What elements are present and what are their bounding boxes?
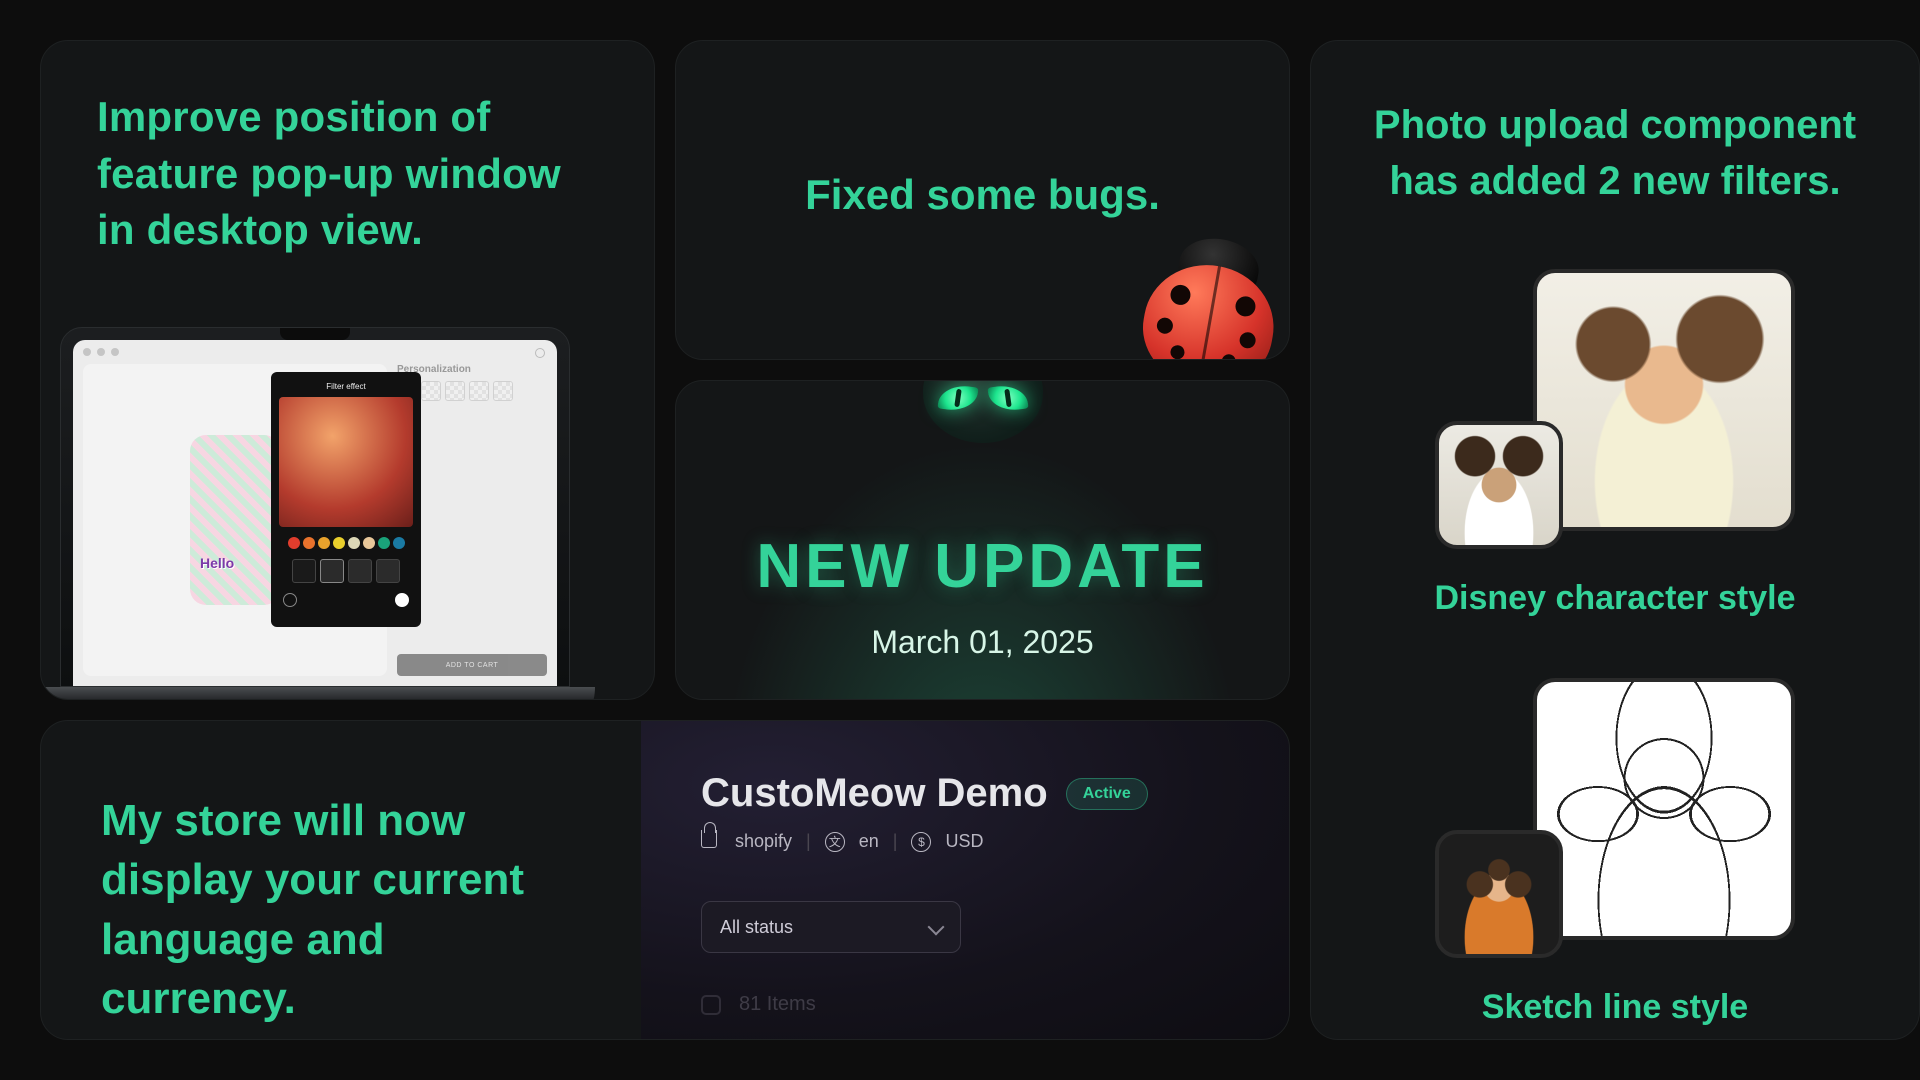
disney-output-image (1533, 269, 1795, 531)
card-a-title: Improve position of feature pop-up windo… (97, 89, 598, 259)
select-all-checkbox[interactable] (701, 995, 721, 1015)
filter-panel-title: Filter effect (279, 382, 413, 391)
cat-logo-icon (913, 380, 1053, 443)
confirm-icon (395, 593, 409, 607)
sketch-input-image (1435, 830, 1563, 958)
sketch-output-image (1533, 678, 1795, 940)
status-filter-dropdown[interactable]: All status (701, 901, 961, 953)
filter-disney: Disney character style (1359, 269, 1871, 618)
card-store-locale: My store will now display your current l… (40, 720, 1290, 1040)
store-dashboard-preview: CustoMeow Demo Active shopify | 文 en | $… (641, 721, 1289, 1039)
card-popup-position: Improve position of feature pop-up windo… (40, 40, 655, 700)
shopify-icon (701, 830, 721, 853)
ladybug-icon (1094, 184, 1290, 360)
card-bugfixes: Fixed some bugs. (675, 40, 1290, 360)
status-badge: Active (1066, 778, 1148, 810)
chevron-down-icon (928, 919, 945, 936)
card-new-update: NEW UPDATE March 01, 2025 (675, 380, 1290, 700)
status-filter-value: All status (720, 917, 793, 938)
filter-sketch: Sketch line style (1359, 678, 1871, 1027)
card-new-filters: Photo upload component has added 2 new f… (1310, 40, 1920, 1040)
filter-thumbnails (279, 559, 413, 583)
card-e-title: Photo upload component has added 2 new f… (1359, 97, 1871, 209)
window-traffic-lights (83, 348, 119, 356)
language-label: en (859, 831, 879, 852)
filter-color-row (279, 537, 413, 549)
add-to-cart-button: ADD TO CART (397, 654, 547, 676)
platform-label: shopify (735, 831, 792, 852)
update-date: March 01, 2025 (676, 624, 1289, 661)
filter-effect-popup: Filter effect (271, 372, 421, 627)
close-icon (535, 348, 545, 358)
laptop-screen: Hello Personalization ADD TO CART Fil (73, 340, 557, 686)
update-heading: NEW UPDATE (676, 531, 1289, 602)
language-icon: 文 (825, 832, 845, 852)
currency-icon: $ (911, 832, 931, 852)
product-overlay-text: Hello (200, 555, 234, 571)
currency-label: USD (945, 831, 983, 852)
store-name: CustoMeow Demo (701, 771, 1048, 816)
items-count: 81 Items (739, 993, 816, 1016)
filter-label-disney: Disney character style (1435, 579, 1796, 618)
laptop-mockup: Hello Personalization ADD TO CART Fil (40, 327, 595, 700)
back-icon (283, 593, 297, 607)
card-d-title: My store will now display your current l… (101, 791, 581, 1029)
filter-label-sketch: Sketch line style (1482, 988, 1748, 1027)
filter-preview-image (279, 397, 413, 527)
disney-input-image (1435, 421, 1563, 549)
